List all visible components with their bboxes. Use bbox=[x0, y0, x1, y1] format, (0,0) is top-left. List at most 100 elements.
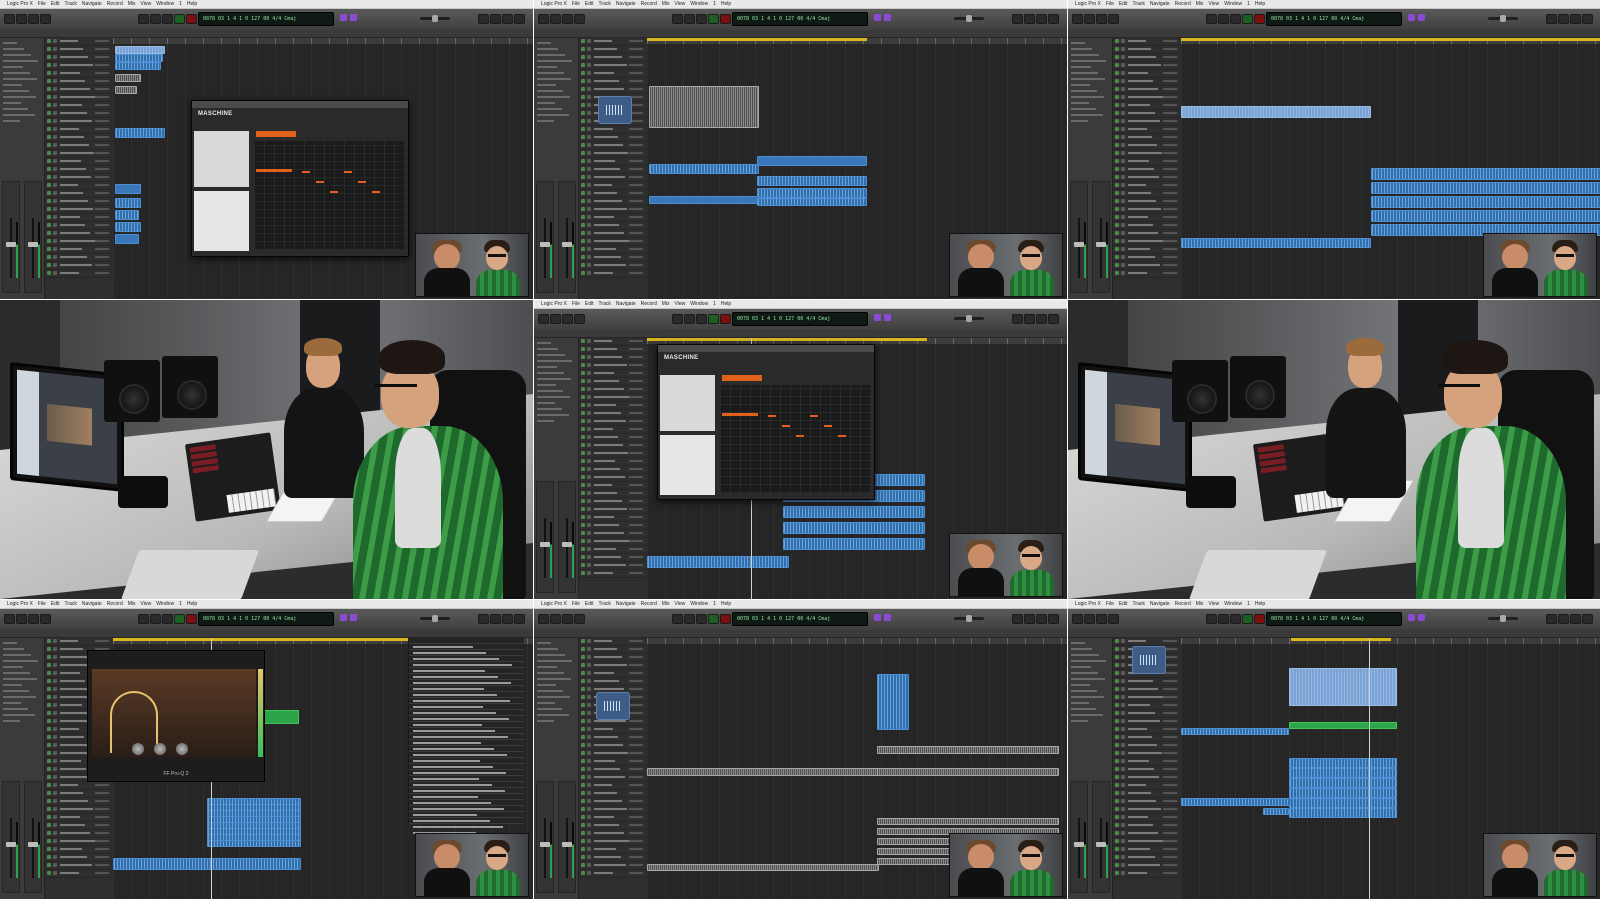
pattern-step[interactable] bbox=[344, 171, 352, 173]
solo-button[interactable] bbox=[53, 87, 57, 91]
track-header[interactable] bbox=[579, 214, 647, 222]
solo-button[interactable] bbox=[587, 475, 591, 479]
solo-button[interactable] bbox=[587, 427, 591, 431]
track-header[interactable] bbox=[579, 774, 647, 782]
fader-cap[interactable] bbox=[28, 842, 38, 847]
track-volume[interactable] bbox=[1163, 840, 1177, 842]
solo-button[interactable] bbox=[53, 647, 57, 651]
mute-button[interactable] bbox=[47, 839, 51, 843]
track-volume[interactable] bbox=[629, 160, 643, 162]
mute-button[interactable] bbox=[581, 743, 585, 747]
mute-button[interactable] bbox=[1115, 167, 1119, 171]
fader-cap[interactable] bbox=[540, 242, 550, 247]
track-header[interactable] bbox=[45, 838, 113, 846]
solo-button[interactable] bbox=[587, 451, 591, 455]
metronome-button[interactable] bbox=[1418, 14, 1425, 21]
track-header[interactable] bbox=[1113, 638, 1181, 646]
region[interactable] bbox=[649, 196, 759, 204]
track-volume[interactable] bbox=[629, 144, 643, 146]
file-row[interactable] bbox=[413, 712, 496, 714]
track-header[interactable] bbox=[45, 190, 113, 198]
track-header[interactable] bbox=[1113, 686, 1181, 694]
view-button[interactable] bbox=[1582, 14, 1593, 24]
track-header[interactable] bbox=[579, 442, 647, 450]
track-volume[interactable] bbox=[95, 872, 109, 874]
track-header[interactable] bbox=[579, 790, 647, 798]
mute-button[interactable] bbox=[47, 191, 51, 195]
menu-item[interactable]: Navigate bbox=[82, 601, 102, 607]
solo-button[interactable] bbox=[587, 223, 591, 227]
track-header[interactable] bbox=[579, 86, 647, 94]
mute-button[interactable] bbox=[1115, 655, 1119, 659]
track-header[interactable] bbox=[1113, 798, 1181, 806]
mute-button[interactable] bbox=[1115, 47, 1119, 51]
menu-item[interactable]: Record bbox=[1175, 601, 1191, 607]
menu-item[interactable]: Help bbox=[721, 601, 731, 607]
mute-button[interactable] bbox=[47, 871, 51, 875]
file-row[interactable] bbox=[413, 694, 497, 696]
track-volume[interactable] bbox=[95, 88, 109, 90]
mute-button[interactable] bbox=[47, 831, 51, 835]
mute-button[interactable] bbox=[581, 767, 585, 771]
track-volume[interactable] bbox=[1163, 720, 1177, 722]
menu-item[interactable]: File bbox=[38, 601, 46, 607]
mute-button[interactable] bbox=[581, 135, 585, 139]
solo-button[interactable] bbox=[1121, 871, 1125, 875]
track-volume[interactable] bbox=[629, 396, 643, 398]
solo-button[interactable] bbox=[587, 491, 591, 495]
solo-button[interactable] bbox=[1121, 727, 1125, 731]
solo-button[interactable] bbox=[587, 807, 591, 811]
mute-button[interactable] bbox=[47, 271, 51, 275]
track-header[interactable] bbox=[1113, 62, 1181, 70]
solo-button[interactable] bbox=[1121, 639, 1125, 643]
menu-item[interactable]: Track bbox=[1133, 601, 1145, 607]
track-volume[interactable] bbox=[629, 128, 643, 130]
mute-button[interactable] bbox=[1115, 103, 1119, 107]
track-header[interactable] bbox=[579, 246, 647, 254]
mute-button[interactable] bbox=[581, 807, 585, 811]
solo-button[interactable] bbox=[1121, 855, 1125, 859]
pattern-step[interactable] bbox=[372, 191, 380, 193]
menu-item[interactable]: Help bbox=[187, 1, 197, 7]
track-header[interactable] bbox=[579, 490, 647, 498]
mute-button[interactable] bbox=[1115, 823, 1119, 827]
solo-button[interactable] bbox=[587, 671, 591, 675]
track-header[interactable] bbox=[579, 562, 647, 570]
solo-button[interactable] bbox=[587, 79, 591, 83]
track-volume[interactable] bbox=[95, 72, 109, 74]
menu-item[interactable]: Edit bbox=[585, 1, 594, 7]
mute-button[interactable] bbox=[1115, 719, 1119, 723]
track-header[interactable] bbox=[1113, 766, 1181, 774]
track-volume[interactable] bbox=[629, 88, 643, 90]
count-in-button[interactable] bbox=[874, 14, 881, 21]
mute-button[interactable] bbox=[581, 159, 585, 163]
mute-button[interactable] bbox=[581, 371, 585, 375]
solo-button[interactable] bbox=[53, 855, 57, 859]
toolbar-button[interactable] bbox=[574, 614, 585, 624]
solo-button[interactable] bbox=[587, 255, 591, 259]
file-row[interactable] bbox=[413, 766, 493, 768]
fader-cap[interactable] bbox=[6, 842, 16, 847]
transport-button[interactable] bbox=[1218, 14, 1229, 24]
file-row[interactable] bbox=[413, 736, 508, 738]
mute-button[interactable] bbox=[47, 655, 51, 659]
region[interactable] bbox=[207, 840, 301, 847]
track-header[interactable] bbox=[579, 654, 647, 662]
track-header[interactable] bbox=[1113, 750, 1181, 758]
mute-button[interactable] bbox=[581, 355, 585, 359]
track-volume[interactable] bbox=[95, 40, 109, 42]
solo-button[interactable] bbox=[1121, 271, 1125, 275]
solo-button[interactable] bbox=[587, 687, 591, 691]
track-volume[interactable] bbox=[629, 792, 643, 794]
track-header[interactable] bbox=[579, 830, 647, 838]
region[interactable] bbox=[783, 538, 925, 550]
mute-button[interactable] bbox=[47, 63, 51, 67]
mute-button[interactable] bbox=[1115, 95, 1119, 99]
mute-button[interactable] bbox=[1115, 87, 1119, 91]
track-header[interactable] bbox=[45, 46, 113, 54]
fader-cap[interactable] bbox=[540, 842, 550, 847]
menu-item[interactable]: Edit bbox=[585, 301, 594, 307]
track-volume[interactable] bbox=[629, 872, 643, 874]
mute-button[interactable] bbox=[581, 515, 585, 519]
sound-slot-active[interactable] bbox=[256, 169, 292, 172]
